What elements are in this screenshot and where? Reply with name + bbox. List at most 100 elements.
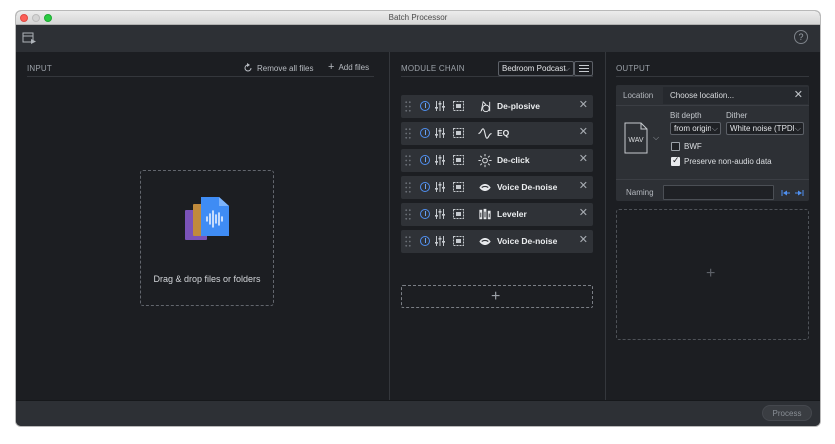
remove-module-icon[interactable]: ✕ bbox=[579, 154, 588, 165]
module-label: EQ bbox=[497, 128, 510, 138]
sliders-icon[interactable] bbox=[435, 182, 445, 192]
dither-label: Dither bbox=[726, 111, 748, 120]
drag-handle-icon[interactable] bbox=[405, 155, 411, 166]
footer-bar: Process bbox=[16, 400, 820, 426]
preserve-checkbox[interactable] bbox=[671, 155, 680, 166]
remove-module-icon[interactable]: ✕ bbox=[579, 235, 588, 246]
selection-icon[interactable] bbox=[453, 128, 464, 138]
input-section-title: INPUT bbox=[27, 64, 52, 73]
sliders-icon[interactable] bbox=[435, 101, 445, 111]
bwf-label: BWF bbox=[684, 142, 702, 151]
dither-dropdown[interactable]: White noise (TPDF) ⌵ bbox=[726, 122, 804, 135]
bit-depth-label: Bit depth bbox=[670, 111, 702, 120]
module-row[interactable]: Voice De-noise ✕ bbox=[401, 176, 593, 199]
remove-module-icon[interactable]: ✕ bbox=[579, 181, 588, 192]
module-row[interactable]: EQ ✕ bbox=[401, 122, 593, 145]
clear-location-icon[interactable]: ✕ bbox=[794, 87, 803, 104]
power-icon[interactable] bbox=[420, 128, 430, 138]
module-label: Voice De-noise bbox=[497, 182, 558, 192]
add-module-button[interactable]: + bbox=[401, 285, 593, 308]
power-icon[interactable] bbox=[420, 182, 430, 192]
chain-output-separator bbox=[605, 52, 606, 400]
selection-icon[interactable] bbox=[453, 182, 464, 192]
drag-handle-icon[interactable] bbox=[405, 101, 411, 112]
bwf-checkbox[interactable] bbox=[671, 142, 680, 151]
plus-icon: + bbox=[328, 61, 335, 73]
move-to-end-icon[interactable] bbox=[794, 189, 804, 197]
leveler-icon bbox=[479, 208, 491, 220]
naming-label: Naming bbox=[626, 188, 654, 197]
remove-all-files-button[interactable]: Remove all files bbox=[243, 63, 313, 73]
location-label: Location bbox=[623, 91, 654, 100]
selection-icon[interactable] bbox=[453, 155, 464, 165]
drag-handle-icon[interactable] bbox=[405, 236, 411, 247]
remove-module-icon[interactable]: ✕ bbox=[579, 127, 588, 138]
preserve-label: Preserve non-audio data bbox=[684, 157, 772, 166]
title-bar: Batch Processor bbox=[16, 11, 820, 25]
preset-value: Bedroom Podcast bbox=[502, 64, 566, 73]
module-row[interactable]: Voice De-noise ✕ bbox=[401, 230, 593, 253]
remove-all-files-label: Remove all files bbox=[257, 63, 314, 73]
add-files-button[interactable]: + Add files bbox=[328, 61, 370, 73]
window-title: Batch Processor bbox=[388, 13, 448, 22]
bit-depth-dropdown[interactable]: from original ⌵ bbox=[670, 122, 721, 135]
module-label: De-plosive bbox=[497, 101, 540, 111]
batch-processor-window: Batch Processor ? INPUT Remove all files… bbox=[16, 11, 820, 426]
batch-list-icon[interactable] bbox=[21, 30, 37, 46]
output-section-title: OUTPUT bbox=[616, 64, 651, 73]
selection-icon[interactable] bbox=[453, 209, 464, 219]
module-label: Leveler bbox=[497, 209, 527, 219]
wav-format-icon[interactable]: WAV bbox=[624, 122, 648, 154]
sliders-icon[interactable] bbox=[435, 209, 445, 219]
output-settings-panel: Location Choose location... ✕ WAV ⌵ Bit … bbox=[616, 85, 809, 201]
output-divider bbox=[616, 76, 809, 77]
selection-icon[interactable] bbox=[453, 101, 464, 111]
drag-handle-icon[interactable] bbox=[405, 128, 411, 139]
module-chain-title: MODULE CHAIN bbox=[401, 64, 465, 73]
output-drop-zone[interactable]: + bbox=[616, 209, 809, 340]
module-row[interactable]: Leveler ✕ bbox=[401, 203, 593, 226]
format-label: WAV bbox=[628, 137, 643, 144]
main-content: INPUT Remove all files + Add files Drag … bbox=[16, 52, 820, 400]
drop-zone-text: Drag & drop files or folders bbox=[153, 274, 261, 284]
module-row[interactable]: De-plosive ✕ bbox=[401, 95, 593, 118]
remove-module-icon[interactable]: ✕ bbox=[579, 208, 588, 219]
remove-module-icon[interactable]: ✕ bbox=[579, 100, 588, 111]
module-label: Voice De-noise bbox=[497, 236, 558, 246]
chevron-down-icon: ⌵ bbox=[793, 123, 801, 134]
power-icon[interactable] bbox=[420, 101, 430, 111]
sliders-icon[interactable] bbox=[435, 236, 445, 246]
declick-icon bbox=[478, 153, 492, 168]
audio-files-icon bbox=[185, 197, 229, 240]
help-icon[interactable]: ? bbox=[794, 30, 808, 44]
naming-field[interactable] bbox=[663, 185, 774, 200]
preset-dropdown[interactable]: Bedroom Podcast ⌵ bbox=[498, 61, 574, 76]
sliders-icon[interactable] bbox=[435, 128, 445, 138]
module-row[interactable]: De-click ✕ bbox=[401, 149, 593, 172]
selection-icon[interactable] bbox=[453, 236, 464, 246]
deplosive-icon bbox=[480, 100, 491, 113]
sliders-icon[interactable] bbox=[435, 155, 445, 165]
power-icon[interactable] bbox=[420, 155, 430, 165]
chain-menu-button[interactable] bbox=[574, 61, 593, 76]
voice-denoise-icon bbox=[479, 237, 491, 246]
process-button[interactable]: Process bbox=[762, 405, 812, 421]
chevron-down-icon: ⌵ bbox=[710, 123, 718, 134]
power-icon[interactable] bbox=[420, 209, 430, 219]
drag-handle-icon[interactable] bbox=[405, 209, 411, 220]
plus-icon: + bbox=[491, 288, 501, 305]
module-chain-divider bbox=[401, 76, 593, 77]
location-divider bbox=[616, 105, 809, 106]
location-field[interactable]: Choose location... ✕ bbox=[663, 87, 808, 104]
location-value: Choose location... bbox=[670, 91, 735, 100]
chevron-down-icon[interactable]: ⌵ bbox=[653, 133, 659, 143]
add-files-label: Add files bbox=[338, 63, 370, 72]
plus-icon: + bbox=[706, 265, 716, 282]
input-drop-zone[interactable]: Drag & drop files or folders bbox=[140, 170, 274, 306]
module-label: De-click bbox=[497, 155, 530, 165]
toolbar: ? bbox=[16, 25, 820, 52]
power-icon[interactable] bbox=[420, 236, 430, 246]
move-to-start-icon[interactable] bbox=[781, 189, 791, 197]
naming-divider bbox=[616, 179, 809, 180]
drag-handle-icon[interactable] bbox=[405, 182, 411, 193]
